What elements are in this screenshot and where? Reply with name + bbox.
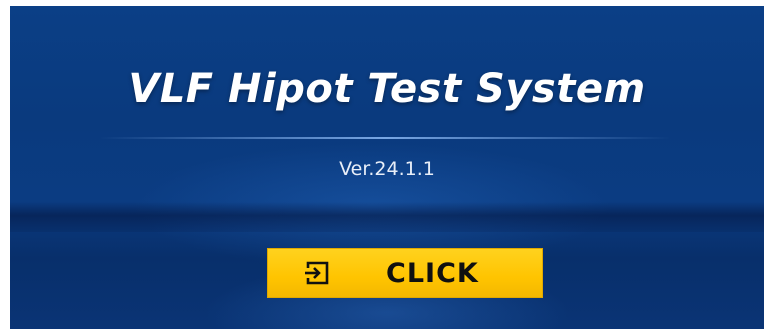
click-button[interactable]: CLICK [267, 248, 543, 298]
version-label: Ver.24.1.1 [339, 158, 435, 180]
login-icon [302, 258, 332, 288]
splash-screen: VLF Hipot Test System Ver.24.1.1 CLICK [10, 6, 764, 329]
background-band [10, 202, 764, 232]
app-title: VLF Hipot Test System [128, 66, 646, 112]
title-divider [100, 137, 670, 139]
click-button-label: CLICK [386, 257, 479, 289]
